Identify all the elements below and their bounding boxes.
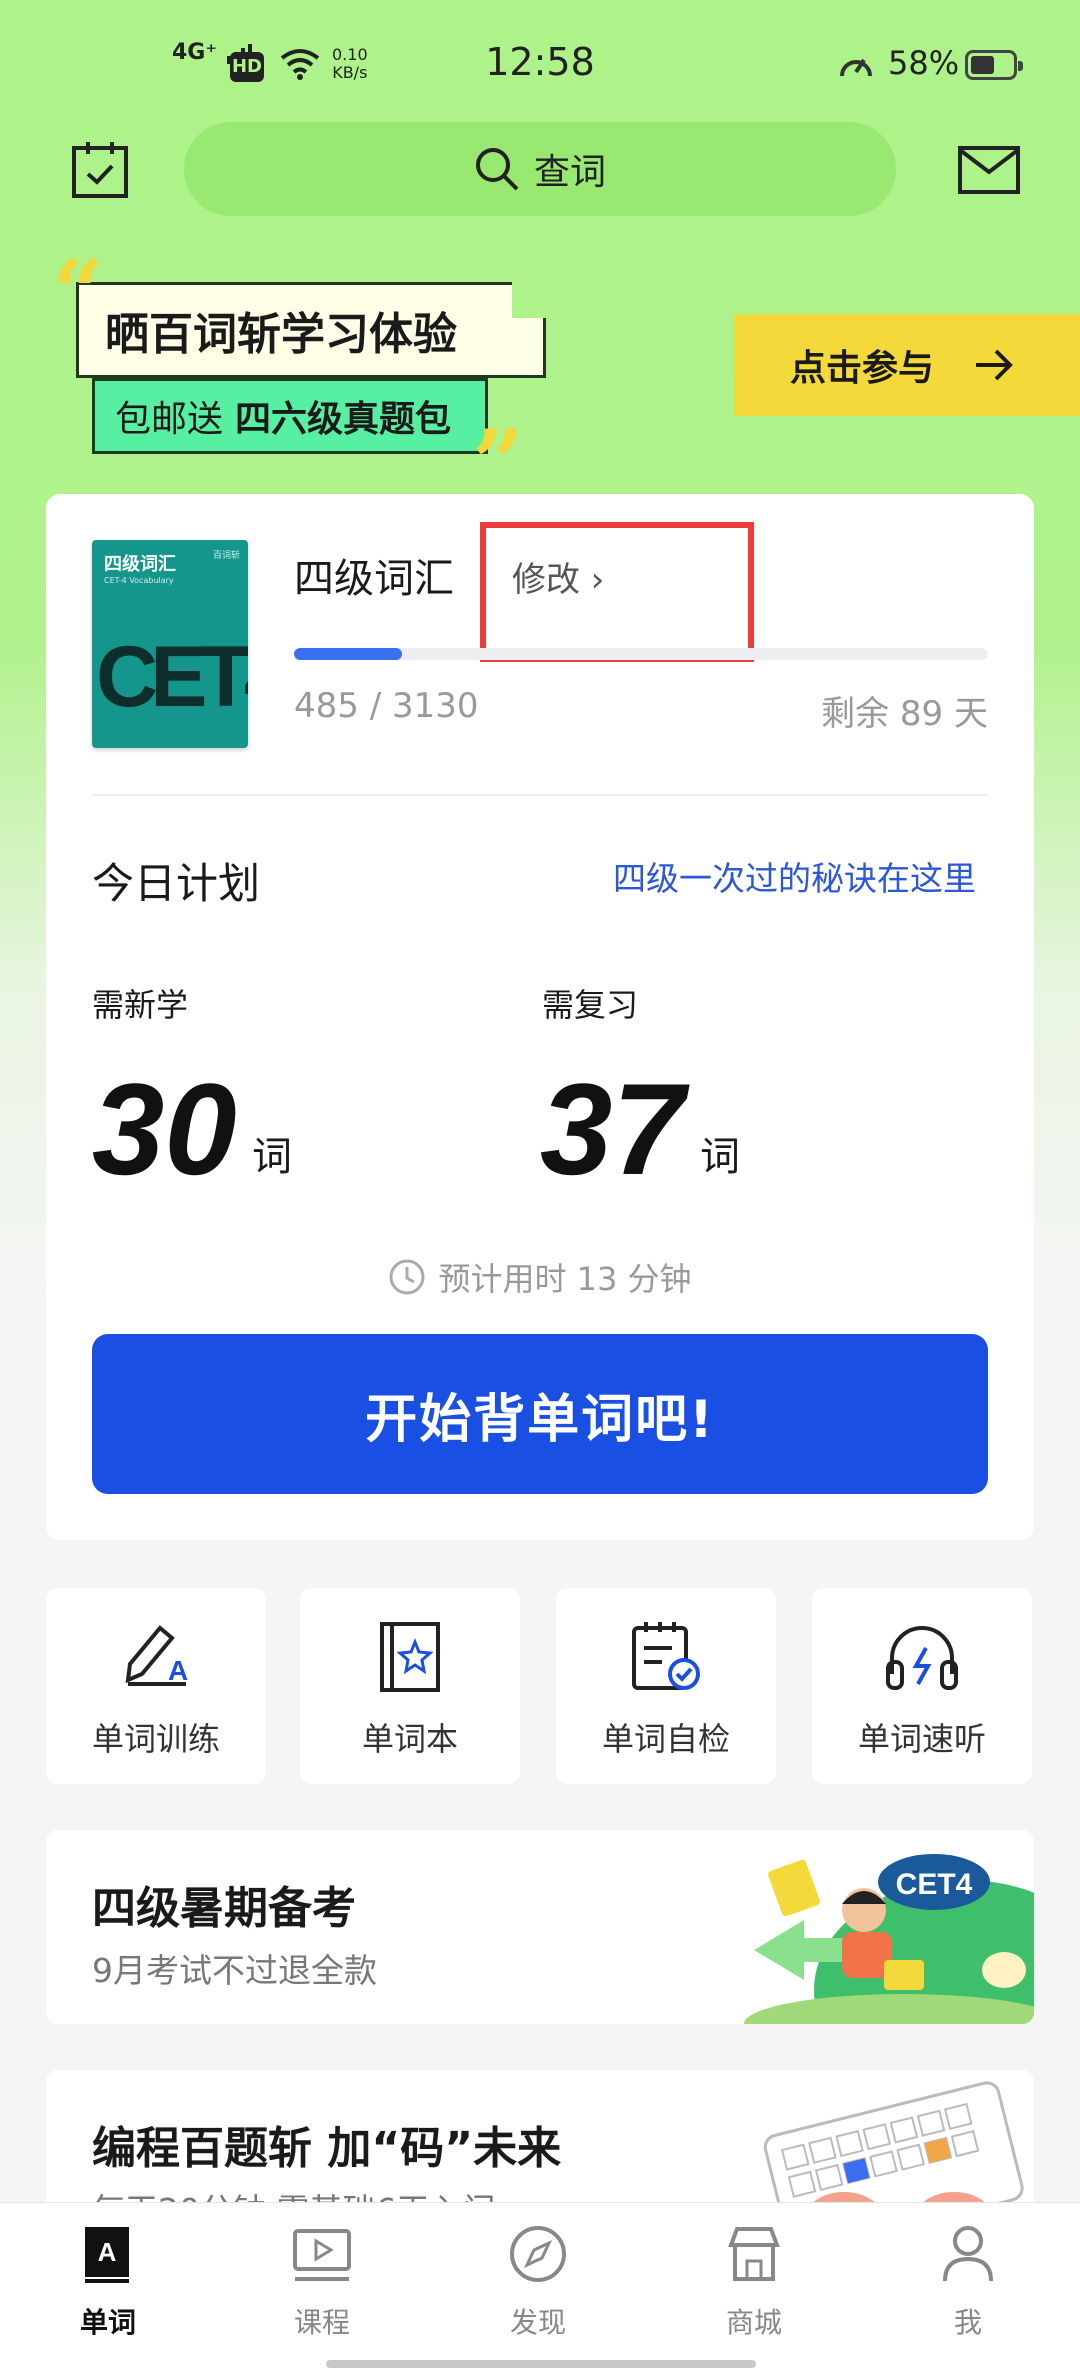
annotation-highlight-box — [480, 522, 754, 662]
promo-title: 晒百词斩学习体验 — [76, 282, 546, 378]
join-button-label: 点击参与 — [790, 348, 935, 389]
learn-label: 需新学 — [92, 986, 189, 1024]
compass-icon — [510, 2226, 566, 2282]
word-a-icon: A — [85, 2227, 129, 2283]
book-cover[interactable]: 四级词汇 CET-4 Vocabulary 百词斩 CET4 — [92, 540, 248, 748]
tab-me[interactable]: 我 — [898, 2223, 1038, 2341]
tab-store[interactable]: 商城 — [684, 2223, 824, 2341]
pen-a-icon: A — [125, 1625, 188, 1686]
tab-courses[interactable]: 课程 — [252, 2223, 392, 2341]
tool-label: 单词本 — [361, 1720, 458, 1758]
remaining-days: 剩余 89 天 — [821, 694, 988, 734]
tab-label: 课程 — [293, 2306, 350, 2339]
tab-label: 单词 — [79, 2306, 136, 2339]
svg-text:A: A — [168, 1655, 188, 1686]
quote-open-icon: “ — [52, 240, 104, 346]
promo-subtitle-bold: 四六级真题包 — [235, 399, 452, 440]
tab-label: 我 — [953, 2306, 982, 2339]
promo-fold-corner — [512, 282, 548, 318]
tool-label: 单词训练 — [91, 1720, 220, 1758]
review-unit: 词 — [700, 1134, 740, 1180]
progress-bar — [294, 648, 988, 660]
promo-subtitle: 包邮送 四六级真题包 — [92, 378, 488, 454]
estimated-time-text: 预计用时 13 分钟 — [438, 1260, 692, 1298]
progress-count: 485 / 3130 — [294, 686, 479, 726]
cet4-illustration: CET4 — [744, 1854, 1034, 2024]
plan-tip-link[interactable]: 四级一次过的秘诀在这里 — [613, 852, 976, 900]
tool-word-book[interactable]: 单词本 — [300, 1588, 520, 1784]
tab-label: 发现 — [509, 2306, 566, 2339]
calendar-check-icon[interactable] — [70, 140, 130, 200]
mail-icon[interactable] — [958, 146, 1020, 194]
search-label: 查词 — [533, 152, 606, 193]
course-subtitle: 9月考试不过退全款 — [92, 1951, 377, 1990]
promo-subtitle-prefix: 包邮送 — [115, 399, 224, 440]
status-bar: 4G⁺ HD 0.10 KB/s 12:58 58% — [0, 0, 1080, 130]
star-book-icon — [380, 1622, 440, 1692]
cover-brand: 百词斩 — [212, 551, 240, 561]
speedometer-icon — [840, 58, 872, 77]
tool-label: 单词自检 — [601, 1720, 730, 1758]
cover-title: 四级词汇 — [104, 554, 176, 575]
course-title: 四级暑期备考 — [92, 1883, 356, 1934]
home-indicator[interactable] — [326, 2360, 756, 2368]
search-bar[interactable]: 查词 — [184, 122, 896, 216]
course-title: 编程百题斩 加“码”未来 — [92, 2123, 562, 2174]
wordbook-title: 四级词汇 — [294, 556, 454, 602]
tab-discover[interactable]: 发现 — [468, 2223, 608, 2341]
battery-icon — [965, 50, 1023, 80]
progress-fill — [294, 648, 402, 660]
review-label: 需复习 — [542, 986, 639, 1024]
person-icon — [943, 2226, 993, 2282]
clock-icon — [389, 1259, 425, 1295]
tool-word-training[interactable]: A 单词训练 — [46, 1588, 266, 1784]
tool-label: 单词速听 — [857, 1720, 986, 1758]
svg-text:A: A — [98, 2237, 117, 2267]
course-card-cet4[interactable]: 四级暑期备考 9月考试不过退全款 CET4 — [46, 1830, 1034, 2024]
bottom-tab-bar: A 单词 课程 发现 商城 我 — [0, 2202, 1080, 2376]
cover-big-text: CET4 — [96, 629, 248, 725]
plan-title: 今日计划 — [92, 859, 261, 908]
store-icon — [728, 2227, 780, 2281]
arrow-right-icon — [976, 349, 1013, 381]
estimated-time: 预计用时 13 分钟 — [0, 1254, 1080, 1300]
headphones-icon — [886, 1626, 958, 1690]
join-button[interactable]: 点击参与 — [734, 314, 1080, 416]
tool-quick-listen[interactable]: 单词速听 — [812, 1588, 1032, 1784]
tab-label: 商城 — [725, 2306, 782, 2339]
start-learning-button[interactable]: 开始背单词吧! — [92, 1334, 988, 1494]
divider — [92, 794, 988, 796]
video-icon — [293, 2229, 351, 2281]
cet4-badge-text: CET4 — [896, 1868, 973, 1901]
cover-subtitle: CET-4 Vocabulary — [104, 576, 174, 585]
tool-self-check[interactable]: 单词自检 — [556, 1588, 776, 1784]
search-icon — [475, 148, 519, 191]
checklist-icon — [632, 1622, 700, 1690]
learn-count: 30 — [92, 1056, 237, 1202]
learn-unit: 词 — [252, 1134, 292, 1180]
battery-percent: 58% — [888, 44, 960, 82]
review-count: 37 — [540, 1056, 685, 1202]
tab-words[interactable]: A 单词 — [38, 2223, 178, 2341]
